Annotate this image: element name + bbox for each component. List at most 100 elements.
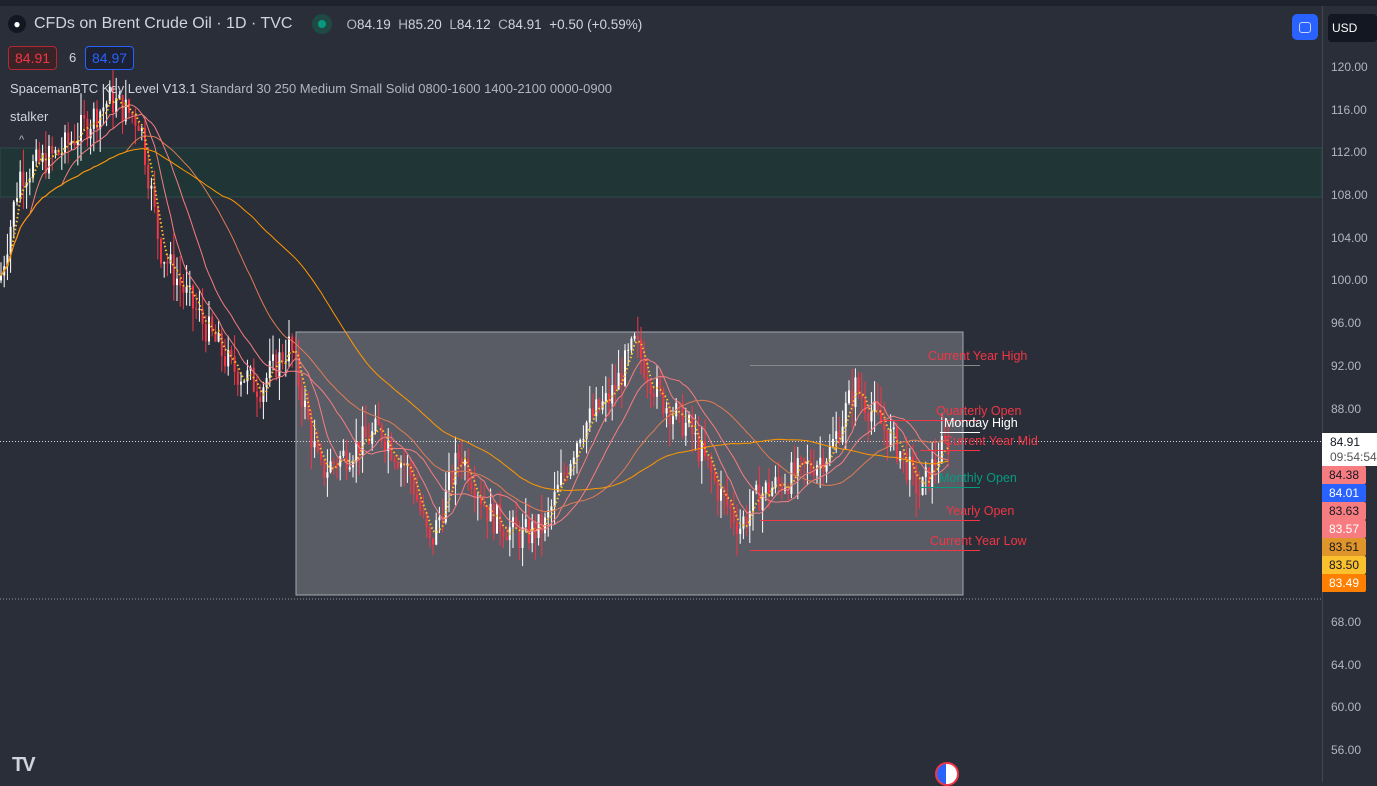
oil-drop-icon: ●: [8, 15, 26, 33]
price-tick: 64.00: [1331, 657, 1362, 672]
candle-body: [896, 427, 898, 461]
candle-body: [790, 462, 793, 494]
price-label: 83.57: [1322, 520, 1366, 538]
level-label: Current Year Low: [930, 534, 1027, 548]
level-label: Current Year High: [928, 349, 1028, 363]
candle-body: [134, 115, 137, 126]
candle-body: [515, 517, 518, 529]
candle-body: [566, 474, 569, 476]
market-status-icon[interactable]: [312, 14, 333, 34]
candle-body: [608, 393, 610, 404]
candle-body: [892, 427, 895, 430]
price-axis[interactable]: 120.00 116.00 112.00 108.00 104.00 100.00 96.0…: [1322, 6, 1377, 782]
level-line: [750, 365, 980, 366]
candle-body: [745, 516, 748, 526]
candle-body: [480, 497, 482, 505]
candle-body: [310, 418, 313, 448]
candle-body: [304, 400, 306, 407]
last-price-label: 84.91 09:54:54: [1322, 433, 1377, 466]
candle-body: [233, 356, 236, 372]
candle-body: [604, 393, 607, 402]
candle-body: [809, 461, 812, 470]
us-flag-event-icon[interactable]: [935, 762, 959, 786]
candle-body: [886, 429, 889, 447]
candle-body: [601, 401, 604, 410]
candle-body: [169, 254, 172, 264]
candle-body: [176, 278, 178, 286]
candle-body: [483, 504, 486, 507]
candle-body: [752, 491, 754, 512]
candle-body: [640, 339, 642, 359]
level-label: Current Year Mid: [944, 434, 1038, 448]
symbol-title[interactable]: CFDs on Brent Crude Oil · 1D · TVC: [34, 15, 292, 33]
price-tick: 100.00: [1331, 273, 1368, 288]
candle-body: [918, 493, 921, 495]
candle-body: [729, 505, 732, 509]
candle-body: [563, 472, 566, 475]
candle-body: [396, 462, 399, 468]
candle-body: [291, 336, 294, 352]
indicator-stalker[interactable]: stalker: [10, 109, 48, 124]
sell-button[interactable]: 84.91: [8, 46, 58, 70]
candle-body: [883, 423, 886, 430]
candle-body: [764, 482, 767, 494]
symbol-legend: ● CFDs on Brent Crude Oil · 1D · TVC O84…: [8, 14, 642, 34]
candle-body: [713, 472, 716, 481]
candle-body: [300, 386, 303, 407]
candle-body: [556, 484, 559, 492]
ohlc-values: O84.19 H85.20 L84.12 C84.91 +0.50 (+0.59…: [346, 16, 643, 32]
candle-body: [272, 354, 274, 361]
price-tick: 88.00: [1331, 401, 1362, 416]
candle-body: [243, 381, 246, 383]
candle-body: [220, 332, 223, 357]
candle-body: [172, 254, 175, 286]
candle-body: [502, 531, 505, 537]
candle-body: [35, 149, 38, 162]
price-chart[interactable]: [0, 6, 1322, 782]
candle-body: [390, 440, 393, 460]
candle-body: [166, 262, 169, 264]
buy-button[interactable]: 84.97: [85, 46, 135, 70]
candle-body: [832, 438, 834, 447]
candle-body: [732, 508, 735, 523]
candle-body: [425, 513, 428, 528]
candle-body: [684, 422, 687, 436]
candle-body: [905, 452, 908, 480]
tradingview-logo[interactable]: TV: [12, 754, 36, 777]
candle-body: [432, 538, 434, 545]
spread-value: 6: [69, 50, 77, 65]
candle-body: [329, 461, 332, 473]
candle-body: [182, 285, 185, 293]
candle-body: [297, 352, 300, 387]
candle-body: [198, 308, 201, 310]
candle-body: [803, 458, 806, 464]
candle-body: [492, 503, 495, 534]
candle-body: [496, 504, 498, 534]
candle-body: [899, 451, 902, 461]
candle-body: [332, 461, 335, 464]
price-tick: 96.00: [1331, 316, 1362, 331]
candle-body: [345, 450, 348, 470]
candle-body: [121, 95, 124, 122]
candle-body: [716, 480, 719, 501]
candle-body: [540, 514, 543, 534]
collapse-chevron-icon[interactable]: ^: [19, 134, 24, 146]
candle-body: [0, 275, 2, 281]
candle-body: [636, 335, 639, 340]
candle-body: [364, 426, 367, 438]
price-tick: 108.00: [1331, 188, 1368, 203]
candle-body: [857, 377, 860, 394]
fullscreen-button[interactable]: [1292, 14, 1318, 40]
candle-body: [342, 450, 345, 456]
candle-body: [768, 482, 770, 496]
level-line: [760, 520, 980, 521]
currency-select[interactable]: USD: [1328, 14, 1377, 42]
candle-body: [278, 352, 281, 378]
indicator-key-level[interactable]: SpacemanBTC Key Level V13.1 Standard 30 …: [10, 81, 612, 96]
candle-body: [32, 161, 34, 179]
candle-body: [393, 459, 396, 463]
candle-body: [160, 238, 162, 264]
price-label: 83.50: [1322, 556, 1366, 574]
level-line: [940, 432, 980, 433]
candle-body: [12, 201, 15, 227]
